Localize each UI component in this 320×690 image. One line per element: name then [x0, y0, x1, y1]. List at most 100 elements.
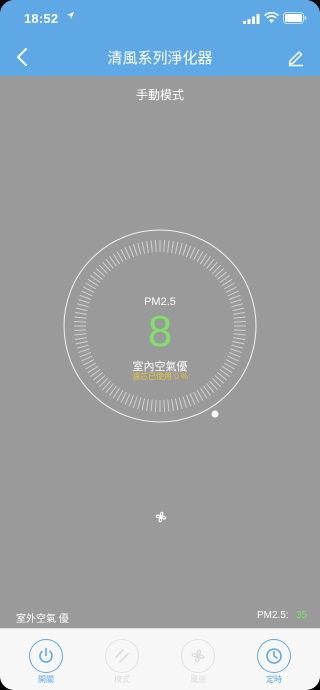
dial-tick — [163, 399, 166, 412]
wifi-icon — [264, 12, 279, 23]
dial-tick — [193, 391, 200, 403]
dial-tick — [74, 333, 87, 336]
dial-tick — [78, 348, 90, 354]
dial-tick — [233, 316, 246, 319]
dial-tick — [128, 245, 134, 258]
main-panel: 手動模式 PM2.5 8 室內空氣優 濾芯已使用 0 % 室外空氣 優 PM2.… — [0, 76, 320, 628]
edit-pencil-icon[interactable] — [286, 47, 306, 67]
dial-tick — [150, 240, 153, 253]
dial-tick — [230, 298, 242, 304]
dial-tick — [178, 242, 183, 255]
dial-tick — [83, 286, 95, 293]
dial-tick — [227, 290, 239, 297]
dial-tick — [76, 303, 89, 308]
dial-tick — [128, 394, 134, 407]
back-chevron-icon[interactable] — [12, 46, 34, 68]
dial-tick — [75, 307, 88, 312]
dial-tick — [163, 240, 166, 253]
dial-tick — [167, 399, 170, 412]
dial-tick — [225, 286, 237, 293]
mode-tab[interactable]: 模式 — [97, 629, 147, 690]
dial-tick — [79, 352, 92, 358]
power-tab-label: 開關 — [38, 675, 54, 684]
dial-tick — [74, 316, 87, 319]
fan-speed-tab[interactable]: 風速 — [173, 629, 223, 690]
timer-tab-label: 定時 — [266, 675, 282, 684]
dial-tick — [231, 303, 244, 308]
dial-tick — [233, 337, 246, 340]
dial-tick — [225, 359, 237, 366]
dial-tick — [178, 397, 183, 410]
dial-tick — [74, 337, 87, 340]
dial-tick — [174, 398, 179, 411]
dial-tick — [79, 294, 92, 300]
dial-tick — [171, 399, 174, 412]
filter-usage: 濾芯已使用 0 % — [131, 372, 188, 381]
dial-tick — [124, 393, 131, 405]
dial-tick — [174, 241, 179, 254]
power-tab[interactable]: 開關 — [21, 629, 71, 690]
mode-tab-label: 模式 — [114, 675, 130, 684]
location-arrow-icon — [66, 11, 75, 20]
dial-tick — [132, 244, 138, 256]
dial-tick — [182, 244, 188, 256]
status-bar: 18:52 — [0, 0, 320, 38]
dial-tick — [167, 240, 170, 253]
dial-tick — [141, 241, 146, 254]
dial-knob[interactable] — [211, 410, 219, 418]
clock-icon — [266, 648, 282, 664]
dial-tick — [233, 320, 246, 323]
dial-tick — [150, 399, 153, 412]
dial-tick — [154, 399, 157, 412]
dial-tick — [74, 320, 87, 323]
dial-tick — [186, 394, 192, 407]
mode-icon — [115, 649, 129, 663]
nav-bar: 清風系列淨化器 — [0, 38, 320, 76]
battery-icon — [283, 12, 307, 24]
dial-tick — [232, 307, 245, 312]
dial-tick — [228, 352, 241, 358]
dial-tick — [83, 359, 95, 366]
dial-tick — [189, 393, 196, 405]
dial-tick — [75, 340, 88, 345]
dial-tick — [124, 247, 131, 259]
dial-tick — [74, 312, 87, 315]
status-time: 18:52 — [24, 11, 59, 26]
dial-tick — [78, 298, 90, 304]
cellular-signal-icon — [243, 14, 260, 24]
pm25-value: 8 — [147, 307, 173, 356]
power-icon — [39, 647, 53, 663]
dial-tick — [141, 398, 146, 411]
outdoor-pm25-value: 35 — [296, 610, 308, 621]
dial-tick — [81, 355, 93, 362]
dial-tick — [146, 399, 149, 412]
dial-tick — [228, 294, 241, 300]
dial-tick — [231, 344, 244, 349]
dial-tick — [154, 240, 157, 253]
fan-icon — [191, 649, 205, 663]
timer-tab[interactable]: 定時 — [249, 629, 299, 690]
app-screen: 18:52 清風系列淨化器 手動模式 PM2.5 8 室內空氣優 濾芯已使用 0… — [0, 0, 320, 690]
fan-icon — [155, 511, 167, 523]
dial-tick — [132, 396, 138, 408]
fan-speed-tab-label: 風速 — [190, 675, 206, 684]
dial-tick — [232, 340, 245, 345]
dial-tick — [189, 247, 196, 259]
dial-tick — [81, 290, 93, 297]
dial-tick — [193, 249, 200, 261]
dial-tick — [230, 348, 242, 354]
dial-tick — [233, 312, 246, 315]
dial-tick — [233, 329, 246, 332]
dial-tick — [182, 396, 188, 408]
control-bar: 開關 模式 風速 定時 — [0, 628, 320, 690]
dial-tick — [137, 397, 142, 410]
dial-tick — [171, 240, 174, 253]
dial-tick — [76, 344, 89, 349]
dial-tick — [186, 245, 192, 258]
dial-tick — [233, 333, 246, 336]
dial-tick — [227, 355, 239, 362]
dial-tick — [120, 249, 127, 261]
dial-tick — [137, 242, 142, 255]
outdoor-air-quality: 室外空氣 優 — [16, 614, 69, 625]
page-title: 清風系列淨化器 — [107, 50, 213, 67]
